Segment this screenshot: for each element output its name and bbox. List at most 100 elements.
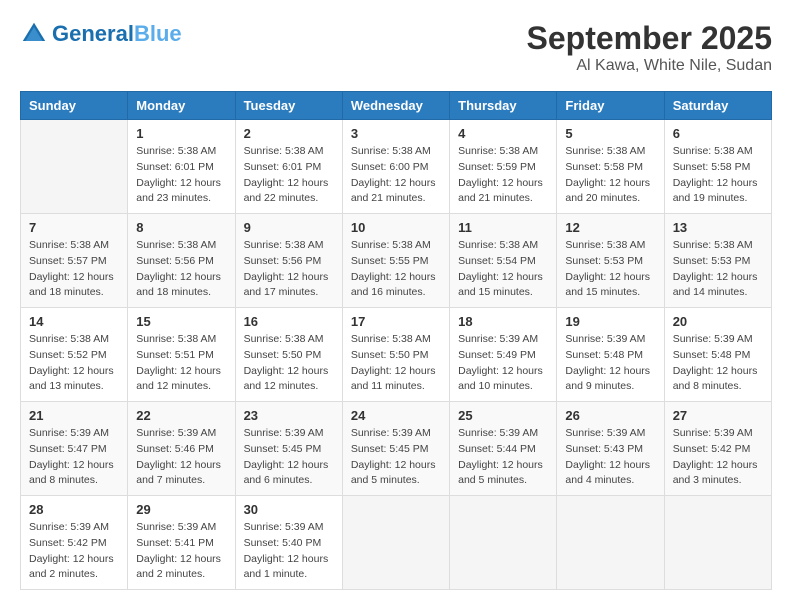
calendar-cell: 29 Sunrise: 5:39 AMSunset: 5:41 PMDayligh… — [128, 496, 235, 590]
calendar-cell: 20 Sunrise: 5:39 AMSunset: 5:48 PMDayligh… — [664, 308, 771, 402]
day-info: Sunrise: 5:39 AMSunset: 5:42 PMDaylight:… — [673, 426, 763, 489]
calendar-cell: 3 Sunrise: 5:38 AMSunset: 6:00 PMDaylight… — [342, 120, 449, 214]
calendar-table: SundayMondayTuesdayWednesdayThursdayFrid… — [20, 91, 772, 590]
calendar-cell: 15 Sunrise: 5:38 AMSunset: 5:51 PMDayligh… — [128, 308, 235, 402]
day-info: Sunrise: 5:38 AMSunset: 5:58 PMDaylight:… — [565, 144, 655, 207]
calendar-cell — [21, 120, 128, 214]
day-number: 25 — [458, 408, 548, 423]
day-info: Sunrise: 5:39 AMSunset: 5:45 PMDaylight:… — [351, 426, 441, 489]
calendar-cell: 11 Sunrise: 5:38 AMSunset: 5:54 PMDayligh… — [450, 214, 557, 308]
day-info: Sunrise: 5:38 AMSunset: 5:53 PMDaylight:… — [673, 238, 763, 301]
header-tuesday: Tuesday — [235, 92, 342, 120]
header-saturday: Saturday — [664, 92, 771, 120]
logo: GeneralBlue — [20, 20, 182, 48]
day-number: 22 — [136, 408, 226, 423]
day-info: Sunrise: 5:39 AMSunset: 5:40 PMDaylight:… — [244, 520, 334, 583]
day-number: 30 — [244, 502, 334, 517]
day-number: 16 — [244, 314, 334, 329]
month-title: September 2025 — [527, 20, 772, 57]
header-friday: Friday — [557, 92, 664, 120]
calendar-cell: 4Sunrise: 5:38 AMSunset: 5:59 PMDaylight… — [450, 120, 557, 214]
header-monday: Monday — [128, 92, 235, 120]
calendar-cell: 26Sunrise: 5:39 AMSunset: 5:43 PMDayligh… — [557, 402, 664, 496]
day-info: Sunrise: 5:39 AMSunset: 5:49 PMDaylight:… — [458, 332, 548, 395]
header-thursday: Thursday — [450, 92, 557, 120]
calendar-week-3: 14Sunrise: 5:38 AMSunset: 5:52 PMDayligh… — [21, 308, 772, 402]
day-number: 26 — [565, 408, 655, 423]
calendar-cell: 8 Sunrise: 5:38 AMSunset: 5:56 PMDaylight… — [128, 214, 235, 308]
day-info: Sunrise: 5:38 AMSunset: 5:58 PMDaylight:… — [673, 144, 763, 207]
calendar-cell: 6 Sunrise: 5:38 AMSunset: 5:58 PMDaylight… — [664, 120, 771, 214]
day-info: Sunrise: 5:38 AMSunset: 5:57 PMDaylight:… — [29, 238, 119, 301]
day-number: 15 — [136, 314, 226, 329]
day-info: Sunrise: 5:39 AMSunset: 5:47 PMDaylight:… — [29, 426, 119, 489]
day-info: Sunrise: 5:38 AMSunset: 5:50 PMDaylight:… — [351, 332, 441, 395]
day-info: Sunrise: 5:38 AMSunset: 5:50 PMDaylight:… — [244, 332, 334, 395]
day-info: Sunrise: 5:38 AMSunset: 6:01 PMDaylight:… — [244, 144, 334, 207]
calendar-cell: 28Sunrise: 5:39 AMSunset: 5:42 PMDayligh… — [21, 496, 128, 590]
header-wednesday: Wednesday — [342, 92, 449, 120]
day-info: Sunrise: 5:38 AMSunset: 5:56 PMDaylight:… — [244, 238, 334, 301]
calendar-cell: 21 Sunrise: 5:39 AMSunset: 5:47 PMDayligh… — [21, 402, 128, 496]
day-number: 13 — [673, 220, 763, 235]
calendar-cell: 16 Sunrise: 5:38 AMSunset: 5:50 PMDayligh… — [235, 308, 342, 402]
calendar-cell: 9Sunrise: 5:38 AMSunset: 5:56 PMDaylight… — [235, 214, 342, 308]
day-number: 28 — [29, 502, 119, 517]
calendar-cell: 7 Sunrise: 5:38 AMSunset: 5:57 PMDaylight… — [21, 214, 128, 308]
calendar-cell: 23Sunrise: 5:39 AMSunset: 5:45 PMDayligh… — [235, 402, 342, 496]
day-number: 11 — [458, 220, 548, 235]
day-number: 20 — [673, 314, 763, 329]
calendar-cell: 2 Sunrise: 5:38 AMSunset: 6:01 PMDaylight… — [235, 120, 342, 214]
calendar-cell: 13 Sunrise: 5:38 AMSunset: 5:53 PMDayligh… — [664, 214, 771, 308]
day-info: Sunrise: 5:38 AMSunset: 5:55 PMDaylight:… — [351, 238, 441, 301]
day-info: Sunrise: 5:39 AMSunset: 5:41 PMDaylight:… — [136, 520, 226, 583]
calendar-cell: 30 Sunrise: 5:39 AMSunset: 5:40 PMDayligh… — [235, 496, 342, 590]
day-info: Sunrise: 5:38 AMSunset: 5:54 PMDaylight:… — [458, 238, 548, 301]
day-info: Sunrise: 5:38 AMSunset: 6:00 PMDaylight:… — [351, 144, 441, 207]
calendar-cell: 5 Sunrise: 5:38 AMSunset: 5:58 PMDaylight… — [557, 120, 664, 214]
logo-text: GeneralBlue — [52, 23, 182, 45]
day-number: 6 — [673, 126, 763, 141]
calendar-week-4: 21 Sunrise: 5:39 AMSunset: 5:47 PMDayligh… — [21, 402, 772, 496]
day-info: Sunrise: 5:38 AMSunset: 5:53 PMDaylight:… — [565, 238, 655, 301]
calendar-cell: 19 Sunrise: 5:39 AMSunset: 5:48 PMDayligh… — [557, 308, 664, 402]
day-number: 19 — [565, 314, 655, 329]
day-number: 23 — [244, 408, 334, 423]
day-info: Sunrise: 5:38 AMSunset: 5:59 PMDaylight:… — [458, 144, 548, 207]
calendar-cell: 10Sunrise: 5:38 AMSunset: 5:55 PMDayligh… — [342, 214, 449, 308]
day-number: 2 — [244, 126, 334, 141]
calendar-cell: 12Sunrise: 5:38 AMSunset: 5:53 PMDayligh… — [557, 214, 664, 308]
calendar-header-row: SundayMondayTuesdayWednesdayThursdayFrid… — [21, 92, 772, 120]
calendar-cell: 1Sunrise: 5:38 AMSunset: 6:01 PMDaylight… — [128, 120, 235, 214]
calendar-cell: 22Sunrise: 5:39 AMSunset: 5:46 PMDayligh… — [128, 402, 235, 496]
day-number: 5 — [565, 126, 655, 141]
day-number: 27 — [673, 408, 763, 423]
calendar-cell: 27 Sunrise: 5:39 AMSunset: 5:42 PMDayligh… — [664, 402, 771, 496]
calendar-cell — [557, 496, 664, 590]
calendar-cell: 14Sunrise: 5:38 AMSunset: 5:52 PMDayligh… — [21, 308, 128, 402]
logo-blue: Blue — [134, 21, 182, 46]
day-number: 21 — [29, 408, 119, 423]
day-number: 3 — [351, 126, 441, 141]
day-info: Sunrise: 5:38 AMSunset: 5:52 PMDaylight:… — [29, 332, 119, 395]
day-info: Sunrise: 5:39 AMSunset: 5:48 PMDaylight:… — [673, 332, 763, 395]
day-number: 8 — [136, 220, 226, 235]
header-sunday: Sunday — [21, 92, 128, 120]
calendar-cell: 18Sunrise: 5:39 AMSunset: 5:49 PMDayligh… — [450, 308, 557, 402]
location-title: Al Kawa, White Nile, Sudan — [527, 57, 772, 75]
day-number: 7 — [29, 220, 119, 235]
calendar-cell — [342, 496, 449, 590]
calendar-week-5: 28Sunrise: 5:39 AMSunset: 5:42 PMDayligh… — [21, 496, 772, 590]
calendar-cell: 24 Sunrise: 5:39 AMSunset: 5:45 PMDayligh… — [342, 402, 449, 496]
page-header: GeneralBlue September 2025 Al Kawa, Whit… — [20, 20, 772, 75]
calendar-week-2: 7 Sunrise: 5:38 AMSunset: 5:57 PMDaylight… — [21, 214, 772, 308]
logo-icon — [20, 20, 48, 48]
day-number: 17 — [351, 314, 441, 329]
calendar-cell — [664, 496, 771, 590]
day-number: 24 — [351, 408, 441, 423]
day-info: Sunrise: 5:38 AMSunset: 5:51 PMDaylight:… — [136, 332, 226, 395]
calendar-week-1: 1Sunrise: 5:38 AMSunset: 6:01 PMDaylight… — [21, 120, 772, 214]
day-number: 29 — [136, 502, 226, 517]
day-info: Sunrise: 5:39 AMSunset: 5:48 PMDaylight:… — [565, 332, 655, 395]
day-info: Sunrise: 5:38 AMSunset: 5:56 PMDaylight:… — [136, 238, 226, 301]
